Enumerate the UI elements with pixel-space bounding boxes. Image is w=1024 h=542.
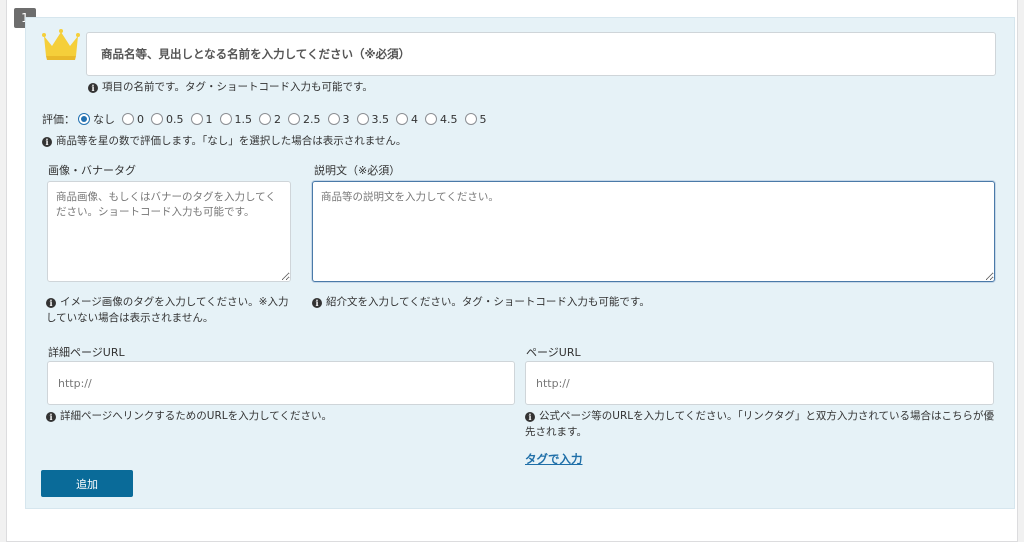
item-name-input[interactable] xyxy=(86,32,996,76)
item-name-note: i 項目の名前です。タグ・ショートコード入力も可能です。 xyxy=(88,79,373,95)
add-button[interactable]: 追加 xyxy=(41,470,133,497)
rating-label: 評価： xyxy=(42,113,75,126)
detail-url-note: i 詳細ページへリンクするためのURLを入力してください。 xyxy=(46,408,332,424)
info-icon: i xyxy=(46,412,56,422)
rating-option-none[interactable]: なし xyxy=(78,111,115,127)
rating-option-2[interactable]: 2 xyxy=(259,113,281,126)
description-note: i 紹介文を入力してください。タグ・ショートコード入力も可能です。 xyxy=(312,294,650,310)
tag-input-link[interactable]: タグで入力 xyxy=(525,451,583,467)
info-icon: i xyxy=(88,83,98,93)
detail-url-input[interactable] xyxy=(47,361,515,405)
page-url-input[interactable] xyxy=(525,361,994,405)
info-icon: i xyxy=(525,412,535,422)
crown-icon xyxy=(42,29,80,60)
rating-option-0[interactable]: 0 xyxy=(122,113,144,126)
image-tag-textarea[interactable] xyxy=(47,181,291,282)
item-card: 1 i項目の名前です。タグ・ショートコード入力も可能です。 評価： なし 0 0… xyxy=(6,0,1018,542)
image-tag-note: i イメージ画像のタグを入力してください。※入力していない場合は表示されません。 xyxy=(46,296,289,324)
item-edit-panel: i項目の名前です。タグ・ショートコード入力も可能です。 評価： なし 0 0.5… xyxy=(25,17,1015,509)
rating-option-2-5[interactable]: 2.5 xyxy=(288,113,321,126)
rating-option-5[interactable]: 5 xyxy=(464,113,487,126)
rating-option-3-5[interactable]: 3.5 xyxy=(356,113,389,126)
detail-url-label: 詳細ページURL xyxy=(48,346,125,359)
rating-option-1[interactable]: 1 xyxy=(190,113,213,126)
info-icon: i xyxy=(46,298,56,308)
rating-option-1-5[interactable]: 1.5 xyxy=(219,113,252,126)
rating-note: i 商品等を星の数で評価します。「なし」を選択した場合は表示されません。 xyxy=(42,133,406,149)
info-icon: i xyxy=(312,298,322,308)
description-label: 説明文（※必須） xyxy=(314,164,401,177)
info-icon: i xyxy=(42,137,52,147)
rating-option-3[interactable]: 3 xyxy=(327,113,350,126)
rating-option-0-5[interactable]: 0.5 xyxy=(151,113,184,126)
image-tag-label: 画像・バナータグ xyxy=(48,164,136,177)
page-url-note: i 公式ページ等のURLを入力してください。「リンクタグ」と双方入力されている場合… xyxy=(525,410,995,438)
rating-option-4-5[interactable]: 4.5 xyxy=(425,113,458,126)
rating-option-4[interactable]: 4 xyxy=(396,113,418,126)
description-textarea[interactable] xyxy=(312,181,995,282)
rating-group: 評価： なし 0 0.5 1 1.5 2 2.5 3 3.5 4 4.5 5 xyxy=(42,111,494,127)
page-url-label: ページURL xyxy=(526,346,581,359)
